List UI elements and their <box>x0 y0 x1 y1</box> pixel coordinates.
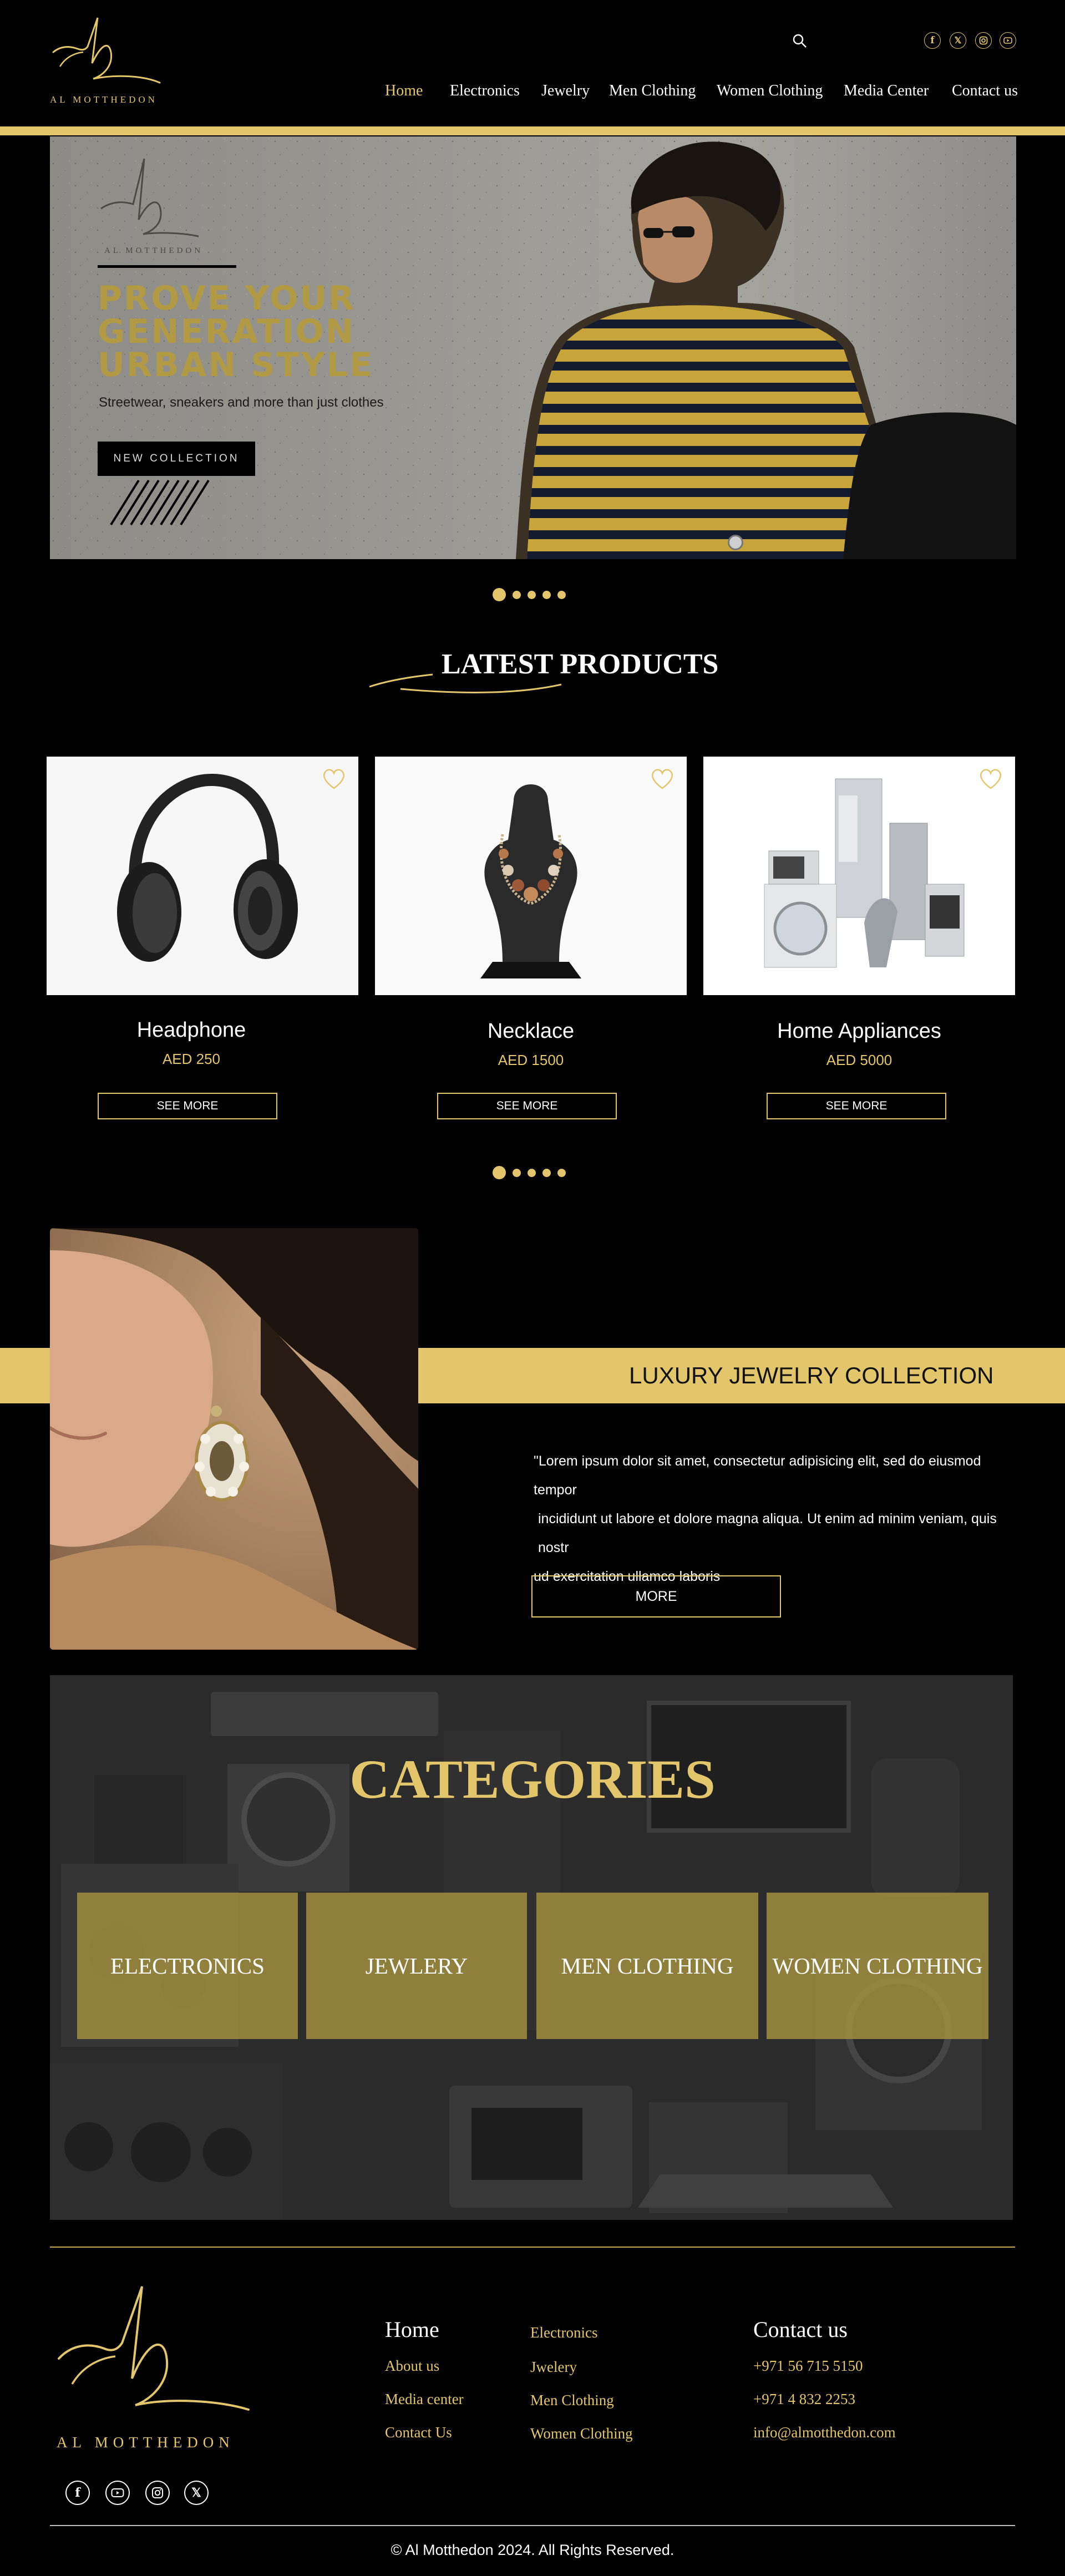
brand-logo[interactable]: AL MOTTHEDON <box>49 13 165 108</box>
slider-dot[interactable] <box>557 590 566 599</box>
footer-link-jewelry[interactable]: Jwelery <box>530 2359 577 2376</box>
latest-products-title: LATEST PRODUCTS <box>442 648 719 680</box>
youtube-icon[interactable] <box>105 2481 130 2505</box>
category-electronics[interactable]: ELECTRONICS <box>77 1893 298 2039</box>
favorite-heart-icon[interactable] <box>978 768 1003 790</box>
product-name: Home Appliances <box>777 1020 941 1043</box>
more-button[interactable]: MORE <box>531 1575 781 1617</box>
slider-dot[interactable] <box>493 588 506 601</box>
footer-link-contact[interactable]: Contact Us <box>385 2424 452 2441</box>
product-card-necklace[interactable] <box>375 757 687 995</box>
product-price: AED 5000 <box>826 1052 892 1068</box>
headphone-image <box>47 757 358 995</box>
nav-home[interactable]: Home <box>385 82 423 100</box>
product-card-home-appliances[interactable] <box>703 757 1015 995</box>
see-more-button[interactable]: SEE MORE <box>98 1093 277 1119</box>
hero-title-line-3: URBAN STYLE <box>98 346 374 384</box>
see-more-button[interactable]: SEE MORE <box>437 1093 617 1119</box>
product-price: AED 1500 <box>498 1052 564 1068</box>
slider-dot[interactable] <box>528 590 536 599</box>
nav-media-center[interactable]: Media Center <box>844 82 929 100</box>
brand-name: AL MOTTHEDON <box>50 94 158 105</box>
footer-link-men-clothing[interactable]: Men Clothing <box>530 2392 614 2409</box>
footer-home-heading[interactable]: Home <box>385 2316 439 2342</box>
luxury-collection-title: LUXURY JEWELRY COLLECTION <box>629 1362 994 1388</box>
facebook-icon[interactable]: f <box>65 2481 90 2505</box>
slider-dot[interactable] <box>528 1168 536 1177</box>
slider-dot[interactable] <box>542 1168 551 1177</box>
header-divider <box>0 126 1065 135</box>
product-card-headphone[interactable] <box>47 757 358 995</box>
footer-brand-logo[interactable]: AL MOTTHEDON <box>53 2281 258 2458</box>
footer-divider <box>50 2247 1015 2248</box>
footer-email[interactable]: info@almotthedon.com <box>753 2424 896 2441</box>
footer-phone-2[interactable]: +971 4 832 2253 <box>753 2391 855 2408</box>
hero-title-line-2: GENERATION <box>98 312 355 351</box>
slider-dot[interactable] <box>513 590 521 599</box>
see-more-button[interactable]: SEE MORE <box>767 1093 946 1119</box>
slider-dot[interactable] <box>542 590 551 599</box>
hero-logo-text: AL MOTTHEDON <box>104 246 204 255</box>
product-name: Headphone <box>136 1018 246 1042</box>
necklace-image <box>375 757 687 995</box>
luxury-earring-image <box>50 1228 418 1650</box>
wristwatch-image <box>728 535 743 550</box>
products-slider-dots <box>493 1166 566 1179</box>
hero-banner: AL MOTTHEDON PROVE YOUR GENERATION URBAN… <box>50 136 1016 559</box>
copyright-text: © Al Motthedon 2024. All Rights Reserved… <box>390 2542 674 2558</box>
nav-contact-us[interactable]: Contact us <box>952 82 1018 100</box>
category-women-clothing[interactable]: WOMEN CLOTHING <box>767 1893 988 2039</box>
hero-slider-dots <box>493 588 566 601</box>
footer-link-about[interactable]: About us <box>385 2357 439 2375</box>
nav-women-clothing[interactable]: Women Clothing <box>717 82 823 100</box>
hero-title: PROVE YOUR GENERATION URBAN STYLE <box>98 282 374 382</box>
x-icon[interactable]: 𝕏 <box>950 32 966 49</box>
new-collection-button[interactable]: NEW COLLECTION <box>98 442 255 476</box>
category-men-clothing[interactable]: MEN CLOTHING <box>536 1893 758 2039</box>
monogram-signature-icon <box>52 17 161 84</box>
footer-brand-name: AL MOTTHEDON <box>57 2434 235 2451</box>
nav-men-clothing[interactable]: Men Clothing <box>609 82 696 100</box>
product-price: AED 250 <box>162 1051 221 1067</box>
monogram-signature-icon <box>58 2286 250 2411</box>
favorite-heart-icon[interactable] <box>650 768 674 790</box>
product-name: Necklace <box>487 1020 575 1043</box>
footer-link-women-clothing[interactable]: Women Clothing <box>530 2425 633 2442</box>
hero-title-line-1: PROVE YOUR <box>98 279 356 318</box>
luxury-description: "Lorem ipsum dolor sit amet, consectetur… <box>534 1447 1022 1591</box>
nav-jewelry[interactable]: Jewelry <box>541 82 590 100</box>
categories-title: CATEGORIES <box>349 1748 716 1810</box>
instagram-icon[interactable] <box>145 2481 170 2505</box>
luxury-description-line: incididunt ut labore et dolore magna ali… <box>538 1511 997 1555</box>
slider-dot[interactable] <box>493 1166 506 1179</box>
footer-link-electronics[interactable]: Electronics <box>530 2324 597 2341</box>
slider-dot[interactable] <box>557 1168 566 1177</box>
home-appliances-image <box>703 757 1015 995</box>
footer-bottom-divider <box>50 2525 1015 2526</box>
favorite-heart-icon[interactable] <box>322 768 346 790</box>
footer-contact-heading: Contact us <box>753 2317 848 2342</box>
facebook-icon[interactable]: f <box>924 32 941 49</box>
search-icon[interactable] <box>792 33 808 49</box>
nav-electronics[interactable]: Electronics <box>450 82 520 100</box>
slider-dot[interactable] <box>513 1168 521 1177</box>
luxury-description-line: "Lorem ipsum dolor sit amet, consectetur… <box>534 1453 981 1498</box>
category-jewelery[interactable]: JEWLERY <box>306 1893 527 2039</box>
x-icon[interactable]: 𝕏 <box>184 2481 209 2505</box>
footer-link-media-center[interactable]: Media center <box>385 2391 464 2408</box>
youtube-icon[interactable] <box>1000 32 1016 49</box>
hero-subtitle: Streetwear, sneakers and more than just … <box>99 395 384 410</box>
instagram-icon[interactable] <box>975 32 992 49</box>
footer-phone-1[interactable]: +971 56 715 5150 <box>753 2357 863 2375</box>
